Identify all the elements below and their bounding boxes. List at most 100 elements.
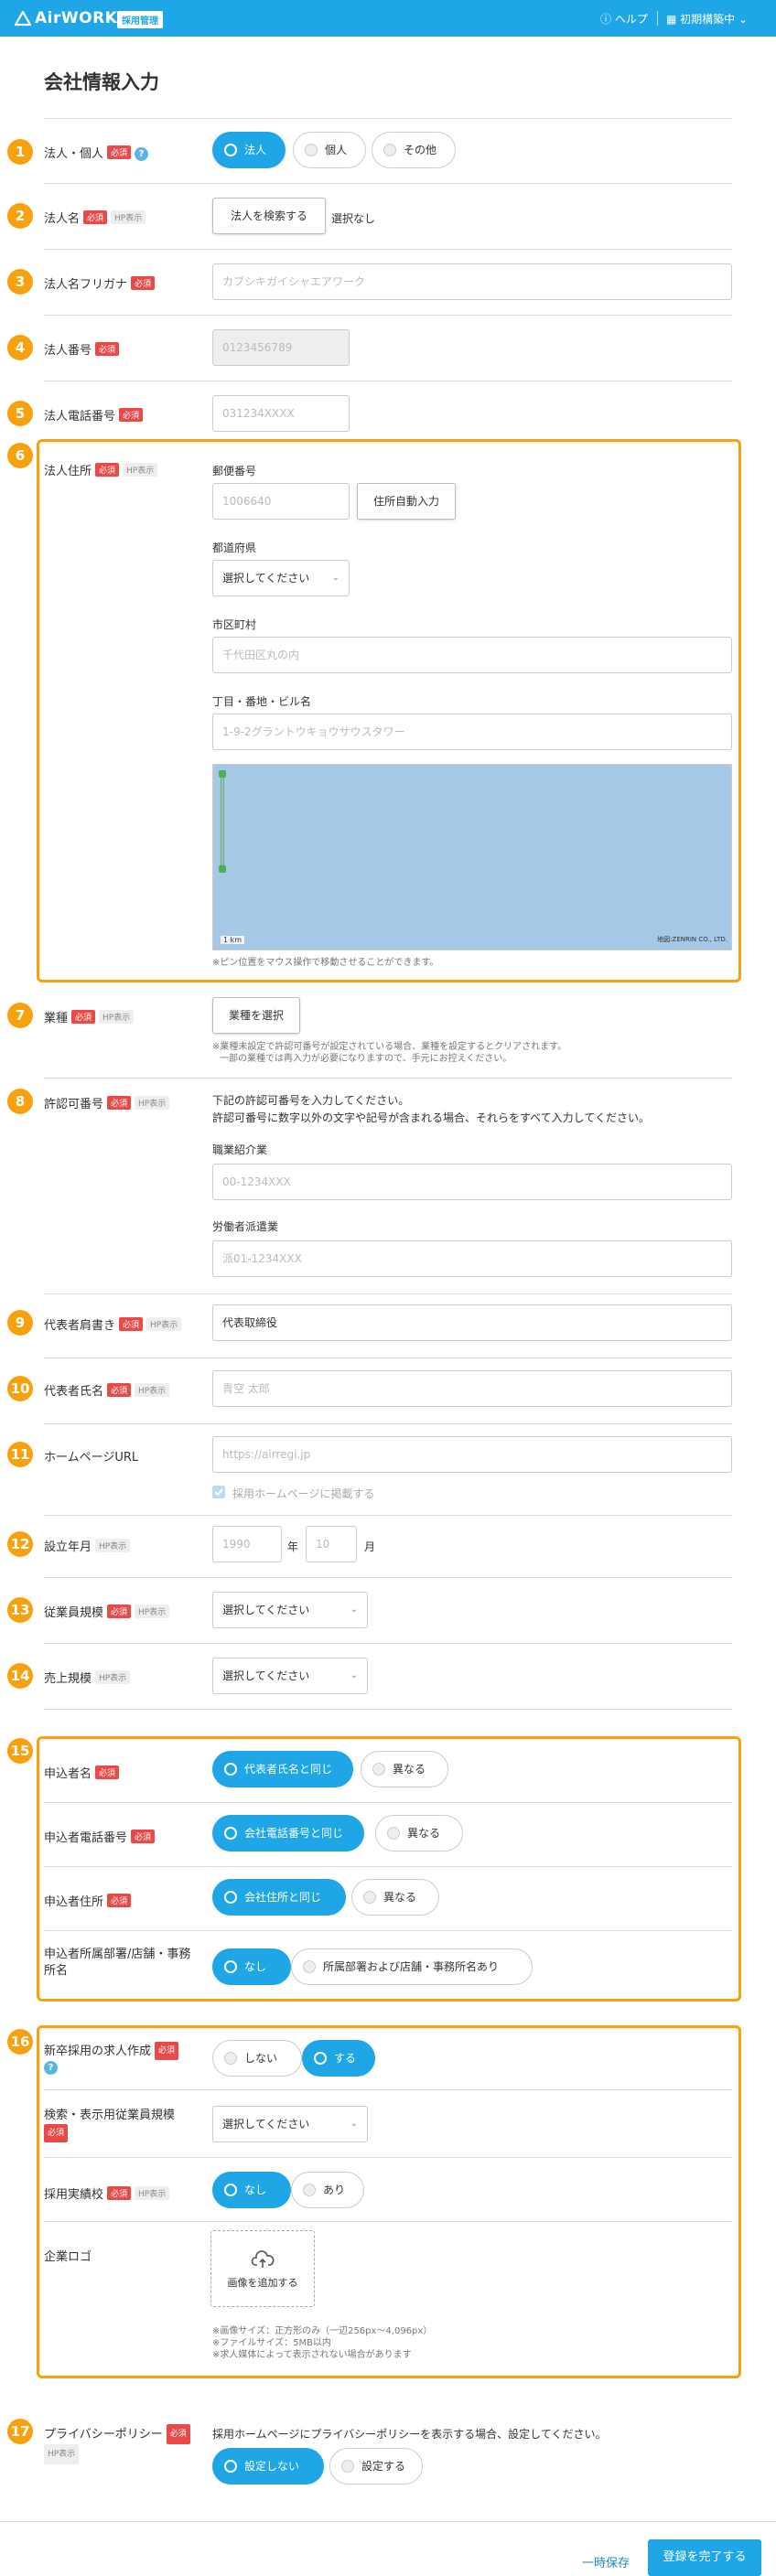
radio-different-name[interactable]: 異なる <box>361 1751 448 1787</box>
field-label-employee-scale: 従業員規模 必須 HP表示 <box>44 1603 170 1620</box>
rep-title-input[interactable]: 代表取締役 <box>212 1304 732 1341</box>
radio-same-as-rep[interactable]: 代表者氏名と同じ <box>212 1751 353 1787</box>
field-label-corporate-number: 法人番号 必須 <box>44 340 120 358</box>
radio-with-dept[interactable]: 所属部署および店舗・事務所名あり <box>291 1948 533 1985</box>
company-phone-input[interactable]: 031234XXXX <box>212 395 350 432</box>
radio-newgrad-yes[interactable]: する <box>302 2040 375 2077</box>
label-text: 申込者住所 <box>44 1895 104 1909</box>
search-scale-select[interactable]: 選択してください ⌄ <box>212 2106 368 2142</box>
step-number-9: 9 <box>7 1310 33 1336</box>
step-number-10: 10 <box>7 1376 33 1401</box>
field-label-company-name: 法人名 必須 HP表示 <box>44 209 146 226</box>
dispatch-license-label: 労働者派遣業 <box>212 1220 279 1233</box>
address-map[interactable]: 1 km 地図:ZENRIN CO., LTD. <box>212 764 732 950</box>
company-kana-input[interactable]: カブシキガイシャエアワーク <box>212 263 732 300</box>
radio-privacy-on[interactable]: 設定する <box>329 2448 423 2485</box>
city-input[interactable]: 千代田区丸の内 <box>212 637 732 673</box>
zoom-slider[interactable] <box>219 770 226 873</box>
label-text: 法人番号 <box>44 344 92 358</box>
label-text: 申込者電話番号 <box>44 1831 128 1845</box>
founded-year-input[interactable]: 1990 <box>212 1526 282 1562</box>
step-number-6: 6 <box>7 443 33 468</box>
postal-code-input[interactable]: 1006640 <box>212 483 350 520</box>
label-text: 従業員規模 <box>44 1606 104 1620</box>
help-icon[interactable]: ? <box>135 147 149 161</box>
help-icon[interactable]: ? <box>44 2061 58 2075</box>
field-label-homepage-url: ホームページURL <box>44 1447 138 1465</box>
field-label-founded: 設立年月 HP表示 <box>44 1537 131 1554</box>
required-badge: 必須 <box>131 276 156 290</box>
employee-scale-select[interactable]: 選択してください ⌄ <box>212 1592 368 1628</box>
step-number-12: 12 <box>7 1531 33 1557</box>
divider <box>44 249 732 250</box>
logo-badge: 採用管理 <box>117 11 163 28</box>
chevron-down-icon: ⌄ <box>738 13 749 26</box>
logo-note-1: ※画像サイズ：正方形のみ（一辺256px〜4,096px） <box>212 2326 433 2336</box>
radio-record-yes[interactable]: あり <box>291 2172 364 2208</box>
radio-same-as-company-address[interactable]: 会社住所と同じ <box>212 1879 346 1916</box>
map-scale: 1 km <box>221 936 245 944</box>
corporate-number-input: 0123456789 <box>212 329 350 366</box>
field-label-industry: 業種 必須 HP表示 <box>44 1008 135 1025</box>
help-link[interactable]: ⓘ ヘルプ <box>600 11 648 27</box>
field-label-hiring-record: 採用実績校 必須 HP表示 <box>44 2184 170 2202</box>
radio-corporation[interactable]: 法人 <box>212 132 286 168</box>
publish-checkbox[interactable] <box>212 1486 225 1498</box>
help-label: ヘルプ <box>614 13 648 26</box>
required-badge: 必須 <box>107 1605 132 1618</box>
dispatch-license-input[interactable]: 派01-1234XXX <box>212 1240 732 1277</box>
app-header: AirWORK 採用管理 ⓘ ヘルプ ▦ 初期構築中 ⌄ <box>0 0 776 37</box>
radio-record-no[interactable]: なし <box>212 2172 291 2208</box>
label-text: 売上規模 <box>44 1672 92 1686</box>
field-label-company-kana: 法人名フリガナ 必須 <box>44 274 156 292</box>
radio-other[interactable]: その他 <box>372 132 456 168</box>
step-number-16: 16 <box>7 2029 33 2055</box>
radio-no-dept[interactable]: なし <box>212 1948 291 1985</box>
divider <box>44 1577 732 1578</box>
save-draft-link[interactable]: 一時保存 <box>582 2553 630 2571</box>
divider <box>44 1078 732 1079</box>
prefecture-select[interactable]: 選択してください ⌄ <box>212 560 350 596</box>
radio-different-phone[interactable]: 異なる <box>375 1815 463 1852</box>
required-badge: 必須 <box>107 1096 132 1110</box>
founded-month-input[interactable]: 10 <box>306 1526 357 1562</box>
rep-name-input[interactable]: 青空 太郎 <box>212 1370 732 1407</box>
hp-badge: HP表示 <box>99 1010 135 1024</box>
radio-privacy-off[interactable]: 設定しない <box>212 2448 324 2485</box>
divider <box>44 1293 732 1294</box>
company-selection-status: 選択なし <box>331 212 376 225</box>
required-badge: 必須 <box>107 2186 132 2200</box>
required-badge: 必須 <box>71 1010 96 1024</box>
radio-individual[interactable]: 個人 <box>293 132 366 168</box>
radio-same-as-company-phone[interactable]: 会社電話番号と同じ <box>212 1815 364 1852</box>
divider <box>44 118 732 119</box>
label-text: 業種 <box>44 1012 69 1025</box>
user-menu[interactable]: ▦ 初期構築中 ⌄ <box>666 11 748 27</box>
sales-scale-select[interactable]: 選択してください ⌄ <box>212 1658 368 1694</box>
hp-badge: HP表示 <box>44 2444 80 2464</box>
field-label-company-logo: 企業ロゴ <box>44 2250 92 2264</box>
label-text: 法人名フリガナ <box>44 278 128 292</box>
hp-badge: HP表示 <box>135 1383 170 1397</box>
auto-fill-address-button[interactable]: 住所自動入力 <box>357 483 456 520</box>
map-credit: 地図:ZENRIN CO., LTD. <box>657 936 728 943</box>
hp-badge: HP表示 <box>95 1539 131 1552</box>
radio-newgrad-no[interactable]: しない <box>212 2040 302 2077</box>
search-company-button[interactable]: 法人を検索する <box>212 198 326 234</box>
label-text: 検索・表示用従業員規模 <box>44 2109 176 2122</box>
store-icon: ▦ <box>666 13 677 26</box>
radio-different-address[interactable]: 異なる <box>351 1879 439 1916</box>
divider <box>44 183 732 184</box>
required-badge: 必須 <box>119 408 144 422</box>
hp-badge: HP表示 <box>135 1605 170 1618</box>
app-logo[interactable]: AirWORK <box>35 9 117 27</box>
select-industry-button[interactable]: 業種を選択 <box>212 997 300 1034</box>
divider <box>44 315 732 316</box>
label-text-line1: 申込者所属部署/店舗・事務 <box>44 1948 191 1961</box>
street-input[interactable]: 1-9-2グラントウキョウサウスタワー <box>212 714 732 750</box>
complete-registration-button[interactable]: 登録を完了する <box>648 2539 761 2576</box>
field-label-privacy-policy: プライバシーポリシー 必須 HP表示 <box>44 2424 190 2464</box>
placement-license-input[interactable]: 00-1234XXX <box>212 1164 732 1200</box>
upload-logo-button[interactable]: 画像を追加する <box>210 2230 315 2307</box>
homepage-url-input[interactable]: https://airregi.jp <box>212 1436 732 1473</box>
